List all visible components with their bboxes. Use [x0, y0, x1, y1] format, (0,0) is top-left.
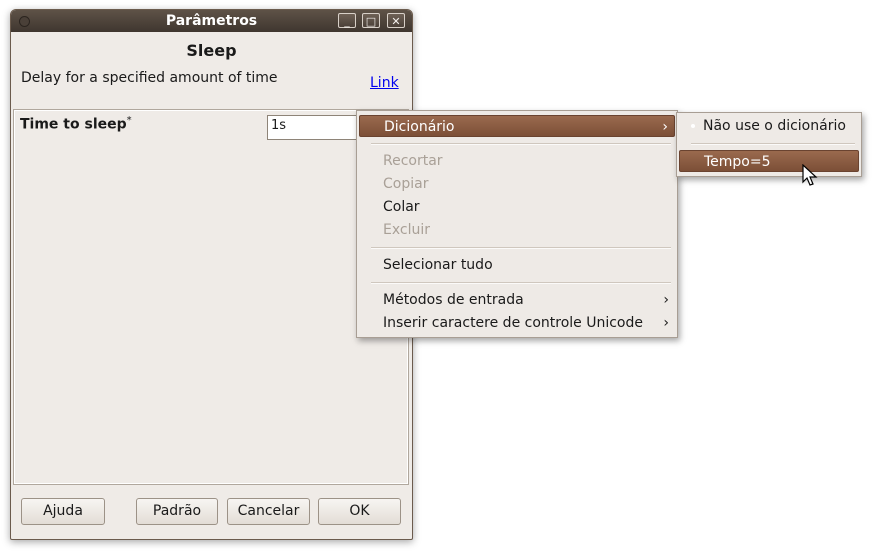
menu-separator [371, 282, 671, 284]
cancel-button[interactable]: Cancelar [227, 498, 310, 525]
default-button[interactable]: Padrão [136, 498, 218, 525]
menu-item-paste[interactable]: Colar [359, 196, 675, 218]
chevron-right-icon: › [662, 119, 668, 135]
menu-item-cut[interactable]: Recortar [359, 150, 675, 172]
menu-item-copy[interactable]: Copiar [359, 173, 675, 195]
mouse-pointer-icon [802, 164, 818, 186]
button-bar: Ajuda Padrão Cancelar OK [11, 498, 412, 528]
menu-item-insert-unicode[interactable]: Inserir caractere de controle Unicode › [359, 312, 675, 334]
menu-item-select-all[interactable]: Selecionar tudo [359, 254, 675, 276]
ok-button[interactable]: OK [318, 498, 401, 525]
menu-item-label: Métodos de entrada [383, 292, 524, 308]
parameters-dialog: Parâmetros _ □ ✕ Sleep Delay for a speci… [10, 9, 413, 540]
required-mark: * [126, 115, 132, 126]
window-title: Parâmetros [165, 13, 258, 29]
menu-item-dictionary[interactable]: Dicionário › [359, 115, 675, 137]
chevron-right-icon: › [663, 315, 669, 331]
parameter-label: Time to sleep* [20, 115, 132, 133]
help-button[interactable]: Ajuda [21, 498, 105, 525]
action-description: Delay for a specified amount of time [21, 70, 278, 86]
submenu-item-label: Não use o dicionário [703, 118, 846, 134]
submenu-item-no-dictionary[interactable]: Não use o dicionário [679, 115, 859, 137]
parameters-panel: Time to sleep* 1s [13, 109, 409, 485]
window-menu-icon[interactable] [19, 16, 30, 27]
chevron-right-icon: › [663, 292, 669, 308]
action-heading: Sleep [186, 41, 237, 60]
context-menu: Dicionário › Recortar Copiar Colar Exclu… [356, 110, 678, 338]
menu-item-delete[interactable]: Excluir [359, 219, 675, 241]
minimize-button[interactable]: _ [338, 13, 356, 28]
menu-item-label: Dicionário [384, 119, 455, 135]
menu-separator [691, 143, 855, 145]
dictionary-submenu: Não use o dicionário Tempo=5 [676, 112, 862, 177]
menu-separator [371, 143, 671, 145]
menu-item-label: Inserir caractere de controle Unicode [383, 315, 643, 331]
close-button[interactable]: ✕ [387, 13, 405, 28]
menu-separator [371, 247, 671, 249]
maximize-button[interactable]: □ [362, 13, 380, 28]
help-link[interactable]: Link [370, 75, 399, 91]
parameter-label-text: Time to sleep [20, 116, 127, 133]
submenu-item-tempo[interactable]: Tempo=5 [679, 150, 859, 172]
radio-bullet-icon [691, 124, 695, 128]
titlebar[interactable]: Parâmetros _ □ ✕ [11, 10, 412, 32]
menu-item-input-methods[interactable]: Métodos de entrada › [359, 289, 675, 311]
